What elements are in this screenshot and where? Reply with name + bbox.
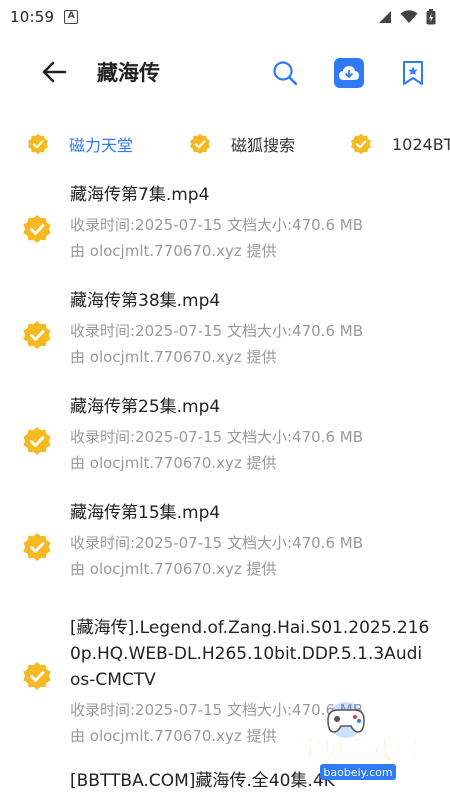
- cloud-download-button[interactable]: [334, 58, 364, 88]
- tab-source-1[interactable]: 磁力天堂: [27, 130, 133, 158]
- verified-badge-icon: [350, 133, 372, 155]
- verified-badge-icon: [23, 321, 51, 349]
- watermark-name: 宝贝游戏网: [298, 736, 418, 764]
- bookmark-button[interactable]: [396, 56, 430, 90]
- item-meta: 收录时间:2025-07-15 文档大小:470.6 MB: [70, 534, 363, 552]
- back-button[interactable]: [38, 56, 70, 88]
- source-tabs: 磁力天堂 磁狐搜索 1024BT: [0, 120, 450, 168]
- watermark-domain: baobeiy.com: [323, 766, 392, 779]
- verified-badge-icon: [23, 427, 51, 455]
- tab-source-2[interactable]: 磁狐搜索: [189, 130, 295, 158]
- item-meta: 收录时间:2025-07-15 文档大小:470.6 MB: [70, 216, 363, 234]
- cloud-download-icon: [339, 66, 359, 80]
- watermark-logo: 宝贝游戏网 baobeiy.com: [298, 702, 418, 780]
- bookmark-star-icon: [403, 61, 423, 85]
- verified-badge-icon: [27, 133, 49, 155]
- item-title: 藏海传第25集.mp4: [70, 397, 221, 417]
- status-time: 10:59: [10, 8, 55, 26]
- gamepad-icon: [327, 702, 365, 738]
- item-title: [藏海传].Legend.of.Zang.Hai.S01.2025.2160p.…: [70, 618, 430, 690]
- verified-badge-icon: [23, 662, 51, 690]
- item-title: 藏海传第7集.mp4: [70, 185, 210, 205]
- signal-icon: [379, 11, 391, 23]
- tab-label: 磁狐搜索: [231, 136, 296, 155]
- item-provider: 由 olocjmlt.770670.xyz 提供: [70, 454, 277, 472]
- verified-badge-icon: [189, 133, 211, 155]
- item-provider: 由 olocjmlt.770670.xyz 提供: [70, 560, 277, 578]
- item-title: 藏海传第15集.mp4: [70, 503, 221, 523]
- app-bar: 藏海传: [0, 40, 450, 104]
- search-icon: [273, 61, 298, 86]
- tab-source-3[interactable]: 1024BT: [350, 130, 450, 158]
- status-icons: [378, 9, 436, 25]
- list-item[interactable]: 藏海传第25集.mp4 收录时间:2025-07-15 文档大小:470.6 M…: [0, 394, 450, 500]
- tab-label: 磁力天堂: [69, 136, 134, 155]
- item-provider: 由 olocjmlt.770670.xyz 提供: [70, 348, 277, 366]
- list-item[interactable]: 藏海传第38集.mp4 收录时间:2025-07-15 文档大小:470.6 M…: [0, 288, 450, 394]
- page-title: 藏海传: [97, 61, 160, 85]
- status-bar: 10:59 A: [0, 0, 450, 34]
- verified-badge-icon: [23, 533, 51, 561]
- notification-icon: A: [64, 10, 79, 24]
- verified-badge-icon: [23, 215, 51, 243]
- item-provider: 由 olocjmlt.770670.xyz 提供: [70, 242, 277, 260]
- battery-icon: [426, 9, 436, 25]
- tab-label: 1024BT: [392, 134, 450, 154]
- item-meta: 收录时间:2025-07-15 文档大小:470.6 MB: [70, 428, 363, 446]
- search-button[interactable]: [268, 56, 302, 90]
- list-item[interactable]: 藏海传第15集.mp4 收录时间:2025-07-15 文档大小:470.6 M…: [0, 500, 450, 615]
- item-title: 藏海传第38集.mp4: [70, 291, 221, 311]
- wifi-icon: [400, 10, 418, 23]
- arrow-left-icon: [42, 61, 67, 83]
- list-item[interactable]: 藏海传第7集.mp4 收录时间:2025-07-15 文档大小:470.6 MB…: [0, 182, 450, 288]
- item-meta: 收录时间:2025-07-15 文档大小:470.6 MB: [70, 322, 363, 340]
